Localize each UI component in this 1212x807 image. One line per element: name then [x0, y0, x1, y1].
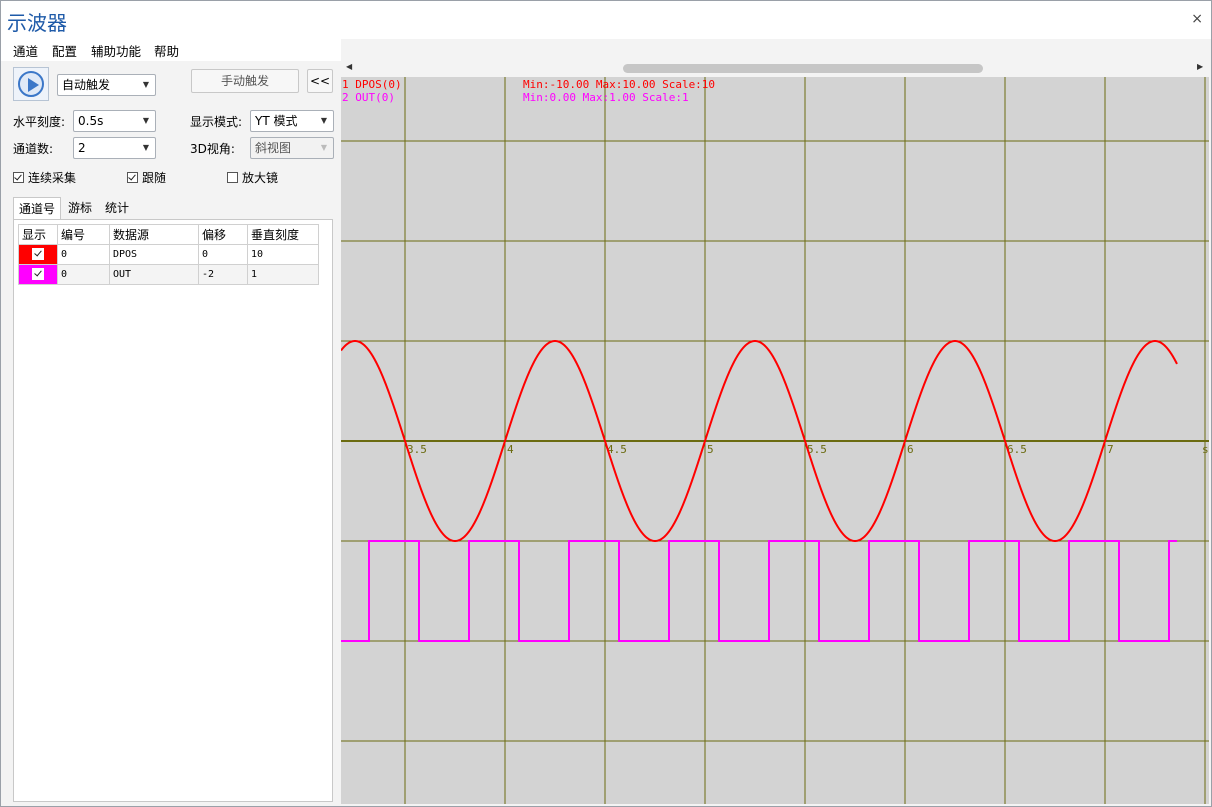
chevron-down-icon: ▼ [320, 143, 327, 152]
checkbox-icon [227, 172, 238, 183]
x-tick-label: 6 [907, 443, 914, 456]
tab-bar: 通道号 游标 统计 [13, 197, 333, 220]
magnifier-checkbox[interactable]: 放大镜 [227, 169, 278, 186]
row-num: 0 [57, 244, 110, 265]
channels-label: 通道数: [13, 142, 54, 156]
row-num: 0 [57, 264, 110, 285]
table-header: 显示 编号 数据源 偏移 垂直刻度 [18, 224, 319, 245]
scroll-right-icon[interactable]: ▶ [1197, 62, 1203, 71]
view3d-value: 斜视图 [255, 141, 292, 155]
row-source: OUT [109, 264, 199, 285]
view3d-label: 3D视角: [190, 142, 235, 156]
control-panel: 自动触发 ▼ 手动触发 << 水平刻度: 0.5s ▼ 显示模式: YT 模式 ▼ 通… [1, 61, 341, 806]
col-show: 显示 [18, 224, 58, 245]
chevron-down-icon: ▼ [142, 80, 149, 89]
row-offset: -2 [198, 264, 248, 285]
show-checkbox[interactable] [32, 248, 44, 260]
table-row[interactable]: 0 OUT -2 1 [18, 264, 319, 285]
x-unit-label: s [1202, 443, 1209, 456]
channel-info-stats: Min:-10.00 Max:10.00 Scale:10 [523, 78, 715, 91]
chevron-down-icon: ▼ [142, 143, 149, 152]
channel-table-panel: 显示 编号 数据源 偏移 垂直刻度 0 DPOS 0 10 0 OUT -2 1 [13, 219, 333, 802]
view3d-select[interactable]: 斜视图 ▼ [250, 137, 334, 159]
x-tick-label: 5 [707, 443, 714, 456]
col-offset: 偏移 [198, 224, 248, 245]
collapse-button[interactable]: << [307, 69, 333, 93]
row-color-cell[interactable] [18, 244, 58, 265]
x-tick-label: 4 [507, 443, 514, 456]
row-vscale: 1 [247, 264, 319, 285]
channel-table: 显示 编号 数据源 偏移 垂直刻度 0 DPOS 0 10 0 OUT -2 1 [18, 224, 319, 285]
tab-channels[interactable]: 通道号 [13, 197, 62, 220]
menu-channel[interactable]: 通道 [13, 41, 38, 60]
follow-label: 跟随 [142, 171, 167, 185]
menu-bar: 通道 配置 辅助功能 帮助 [1, 39, 341, 61]
menu-aux[interactable]: 辅助功能 [91, 41, 141, 60]
oscilloscope-display[interactable]: 3.5 4 4.5 5 5.5 6 6.5 7 s1 DPOS(0) Min:-10.00 Max… [341, 77, 1209, 804]
checkbox-icon [13, 172, 24, 183]
trigger-mode-value: 自动触发 [62, 78, 111, 92]
row-vscale: 10 [247, 244, 319, 265]
row-color-cell[interactable] [18, 264, 58, 285]
channel-info-label: 2 OUT(0) [342, 91, 395, 104]
magnifier-label: 放大镜 [242, 171, 279, 185]
h-scale-select[interactable]: 0.5s ▼ [73, 110, 156, 132]
col-source: 数据源 [109, 224, 199, 245]
channels-select[interactable]: 2 ▼ [73, 137, 156, 159]
follow-checkbox[interactable]: 跟随 [127, 169, 166, 186]
menu-config[interactable]: 配置 [52, 41, 77, 60]
continuous-label: 连续采集 [28, 171, 77, 185]
manual-trigger-button[interactable]: 手动触发 [191, 69, 299, 93]
tab-cursor[interactable]: 游标 [63, 197, 97, 219]
tab-stats[interactable]: 统计 [100, 197, 134, 219]
col-vscale: 垂直刻度 [247, 224, 319, 245]
table-row[interactable]: 0 DPOS 0 10 [18, 244, 319, 265]
oscilloscope-window: 示波器 × 通道 配置 辅助功能 帮助 自动触发 ▼ 手动触发 << 水平刻度: … [0, 0, 1212, 807]
row-source: DPOS [109, 244, 199, 265]
window-title: 示波器 [7, 11, 67, 35]
checkbox-icon [127, 172, 138, 183]
h-scale-value: 0.5s [78, 114, 104, 128]
col-num: 编号 [57, 224, 110, 245]
channel-info-stats: Min:0.00 Max:1.00 Scale:1 [523, 91, 689, 104]
display-mode-select[interactable]: YT 模式 ▼ [250, 110, 334, 132]
channel-info-label: 1 DPOS(0) [342, 78, 402, 91]
title-bar: 示波器 × [1, 1, 1211, 39]
scroll-thumb[interactable] [623, 64, 983, 73]
h-scale-label: 水平刻度: [13, 115, 66, 129]
chevron-down-icon: ▼ [142, 116, 149, 125]
menu-help[interactable]: 帮助 [154, 41, 179, 60]
show-checkbox[interactable] [32, 268, 44, 280]
channels-value: 2 [78, 141, 86, 155]
scroll-left-icon[interactable]: ◀ [346, 62, 352, 71]
scope-area: ◀ ▶ 3.5 4 4.5 5 5.5 6 6.5 7 s 1 DPOS(0) Min:-10.00… [341, 61, 1211, 806]
x-tick-label: 7 [1107, 443, 1114, 456]
trigger-mode-select[interactable]: 自动触发 ▼ [57, 74, 156, 96]
continuous-checkbox[interactable]: 连续采集 [13, 169, 76, 186]
display-mode-label: 显示模式: [190, 115, 243, 129]
chevron-down-icon: ▼ [320, 116, 327, 125]
close-icon[interactable]: × [1191, 11, 1203, 27]
display-mode-value: YT 模式 [255, 114, 298, 128]
play-icon [18, 71, 44, 97]
horizontal-scrollbar[interactable]: ◀ ▶ [341, 61, 1211, 77]
row-offset: 0 [198, 244, 248, 265]
run-button[interactable] [13, 67, 49, 101]
